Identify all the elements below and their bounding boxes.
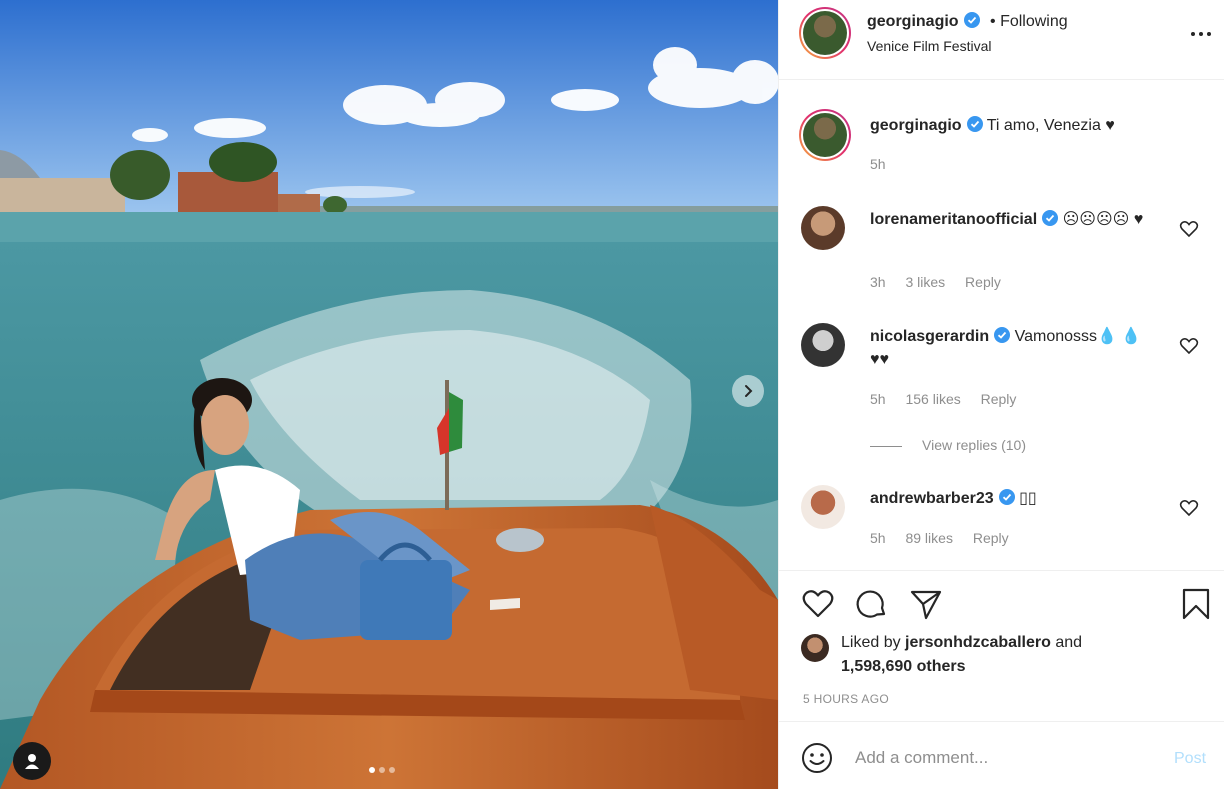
carousel-indicator — [369, 767, 395, 773]
heart-icon[interactable] — [801, 587, 835, 621]
author-name-line: georginagio • Following — [867, 12, 1068, 31]
add-comment-bar: Post — [779, 721, 1224, 789]
next-slide-button[interactable] — [732, 375, 764, 407]
author-avatar[interactable] — [799, 109, 851, 161]
comment-likes[interactable]: 3 likes — [905, 274, 945, 290]
comment-text: andrewbarber23 ▯▯ — [870, 487, 1160, 510]
likes-text: Liked by jersonhdzcaballero and 1,598,69… — [841, 631, 1181, 679]
replies-divider — [870, 445, 902, 447]
bookmark-icon[interactable] — [1179, 587, 1213, 621]
commenter-avatar[interactable] — [801, 206, 845, 250]
comment-age[interactable]: 5h — [870, 530, 886, 546]
next-arrow-icon — [745, 385, 753, 397]
comments-list[interactable]: georginagio Ti amo, Venezia ♥ 5h lorenam… — [779, 81, 1224, 569]
comment-meta: 5h 156 likes Reply — [870, 391, 1032, 407]
like-comment-heart-icon[interactable] — [1179, 220, 1199, 238]
comment-likes[interactable]: 89 likes — [905, 530, 952, 546]
reply-button[interactable]: Reply — [965, 274, 1001, 290]
liker-username[interactable]: jersonhdzcaballero — [905, 634, 1051, 651]
follow-status[interactable]: • Following — [990, 13, 1068, 30]
comment-meta: 3h 3 likes Reply — [870, 274, 1017, 290]
caption-text: georginagio Ti amo, Venezia ♥ — [870, 114, 1160, 137]
caption-body: Ti amo, Venezia ♥ — [986, 117, 1115, 134]
reply-button[interactable]: Reply — [981, 391, 1017, 407]
user-tag-button[interactable] — [13, 742, 51, 780]
comment-age[interactable]: 5h — [870, 391, 886, 407]
post-side-panel: georginagio • Following Venice Film Fest… — [778, 0, 1224, 789]
post-photo[interactable] — [0, 0, 778, 789]
comment-likes[interactable]: 156 likes — [905, 391, 960, 407]
emoji-icon[interactable] — [801, 742, 833, 774]
carousel-dot — [389, 767, 395, 773]
post-location[interactable]: Venice Film Festival — [867, 38, 991, 54]
post-actions: Liked by jersonhdzcaballero and 1,598,69… — [779, 570, 1224, 720]
comment-input[interactable] — [855, 744, 1155, 772]
view-replies-label: View replies (10) — [922, 437, 1027, 453]
photo-scene — [0, 0, 778, 789]
like-comment-heart-icon[interactable] — [1179, 337, 1199, 355]
commenter-username[interactable]: andrewbarber23 — [870, 490, 994, 507]
caption-age[interactable]: 5h — [870, 156, 886, 172]
verified-icon — [966, 116, 983, 132]
author-avatar[interactable] — [799, 7, 851, 59]
comment-text: nicolasgerardin Vamonosss💧 💧♥♥ — [870, 325, 1160, 371]
like-comment-heart-icon[interactable] — [1179, 499, 1199, 517]
comment-body: ☹☹☹☹ ♥ — [1062, 211, 1144, 228]
author-username[interactable]: georginagio — [867, 13, 959, 30]
comment-icon[interactable] — [855, 587, 889, 621]
commenter-username[interactable]: lorenameritanoofficial — [870, 211, 1037, 228]
view-replies-button[interactable]: View replies (10) — [870, 437, 1026, 453]
verified-icon — [994, 327, 1011, 343]
likes-count[interactable]: 1,598,690 others — [841, 658, 966, 675]
caption-username[interactable]: georginagio — [870, 117, 962, 134]
likes-connector: and — [1055, 634, 1083, 651]
commenter-username[interactable]: nicolasgerardin — [870, 328, 989, 345]
liker-avatar[interactable] — [801, 634, 829, 662]
post-comment-button[interactable]: Post — [1174, 750, 1206, 768]
share-icon[interactable] — [909, 587, 943, 621]
comment-body: ▯▯ — [1019, 490, 1037, 507]
carousel-dot — [379, 767, 385, 773]
post-timestamp[interactable]: 5 HOURS AGO — [803, 692, 889, 706]
comment-age[interactable]: 3h — [870, 274, 886, 290]
reply-button[interactable]: Reply — [973, 530, 1009, 546]
verified-icon — [1042, 210, 1059, 226]
carousel-dot — [369, 767, 375, 773]
comment-text: lorenameritanoofficial ☹☹☹☹ ♥ — [870, 208, 1160, 231]
caption-meta: 5h — [870, 156, 902, 172]
comment-meta: 5h 89 likes Reply — [870, 530, 1025, 546]
verified-icon — [963, 12, 980, 28]
commenter-avatar[interactable] — [801, 323, 845, 367]
verified-icon — [998, 489, 1015, 505]
more-options-icon[interactable] — [1189, 24, 1213, 44]
commenter-avatar[interactable] — [801, 485, 845, 529]
user-tag-icon — [25, 754, 39, 769]
likes-prefix: Liked by — [841, 634, 901, 651]
post-header: georginagio • Following Venice Film Fest… — [779, 0, 1224, 80]
